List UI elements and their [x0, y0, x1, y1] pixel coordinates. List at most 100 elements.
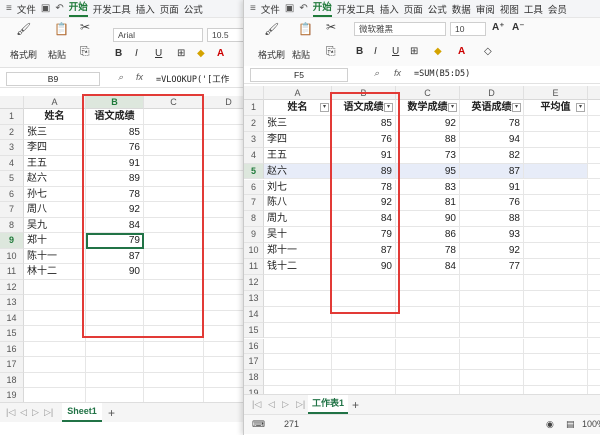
grid-cell[interactable] [144, 326, 204, 342]
menu-page[interactable]: 页面 [404, 2, 423, 16]
save-icon[interactable]: ▣ [285, 3, 294, 14]
grid-cell[interactable] [144, 295, 204, 311]
underline-button[interactable]: U [155, 48, 162, 59]
grid-cell[interactable] [524, 147, 588, 164]
column-header-d[interactable]: D [460, 86, 524, 100]
grid-cell[interactable] [588, 148, 600, 164]
grid-cell[interactable] [144, 109, 204, 125]
last-sheet-icon[interactable]: ▷| [296, 399, 305, 410]
grid-cell[interactable] [144, 310, 204, 326]
zoom-level[interactable]: 100% [582, 419, 600, 429]
add-sheet-button[interactable]: + [108, 406, 115, 420]
row-header[interactable]: 12 [244, 274, 264, 291]
grid-cell[interactable] [24, 357, 86, 373]
score-cell[interactable]: 91 [86, 155, 144, 171]
grid-cell[interactable] [24, 295, 86, 311]
select-all-corner[interactable] [0, 96, 24, 109]
name-cell[interactable]: 李四 [24, 140, 86, 156]
grid-cell[interactable] [588, 243, 600, 259]
score-cell[interactable]: 76 [460, 195, 524, 212]
grid-cell[interactable] [588, 370, 600, 387]
menu-view[interactable]: 视图 [500, 2, 519, 16]
grid-cell[interactable] [332, 338, 396, 355]
grid-cell[interactable] [588, 259, 600, 275]
grid-cell[interactable] [524, 274, 588, 291]
name-cell[interactable]: 周八 [24, 202, 86, 218]
name-cell[interactable]: 吴十 [264, 227, 332, 244]
menu-home[interactable]: 开始 [312, 1, 332, 17]
sheet-tab-worksheet1[interactable]: 工作表1 [308, 395, 348, 414]
row-header[interactable]: 10 [0, 248, 24, 264]
menu-formula[interactable]: 公式 [184, 2, 203, 16]
menu-file[interactable]: 文件 [261, 2, 280, 16]
grid-cell[interactable] [86, 357, 144, 373]
menu-insert[interactable]: 插入 [136, 2, 155, 16]
score-cell[interactable]: 81 [396, 195, 460, 212]
row-header[interactable]: 17 [244, 354, 264, 371]
row-header[interactable]: 15 [0, 326, 24, 342]
header-cell[interactable]: 语文成绩 ▾ [332, 100, 396, 116]
column-header-f[interactable] [588, 86, 600, 100]
score-cell[interactable]: 78 [332, 179, 396, 196]
paste-button[interactable]: 粘贴 [292, 48, 310, 61]
score-cell[interactable]: 87 [460, 163, 524, 180]
grid-cell[interactable] [144, 248, 204, 264]
grid-cell[interactable] [86, 310, 144, 326]
grid-cell[interactable] [396, 274, 460, 291]
row-header[interactable]: 14 [0, 310, 24, 326]
font-size-select[interactable]: 10 [450, 22, 486, 36]
grid-cell[interactable] [264, 338, 332, 355]
status-mode-icon[interactable]: ⌨ [252, 419, 265, 430]
filter-dropdown-icon[interactable]: ▾ [512, 103, 521, 112]
menu-page[interactable]: 页面 [160, 2, 179, 16]
grid-cell[interactable] [264, 370, 332, 387]
font-color-icon[interactable]: A [458, 46, 465, 57]
grid-cell[interactable] [144, 171, 204, 187]
name-cell[interactable]: 李四 [264, 131, 332, 148]
menu-icon[interactable]: ≡ [6, 3, 12, 14]
grid-cell[interactable] [24, 326, 86, 342]
grid-cell[interactable] [264, 354, 332, 371]
grid-cell[interactable] [588, 227, 600, 244]
prev-sheet-icon[interactable]: ◁ [20, 407, 27, 418]
column-header-c[interactable]: C [396, 86, 460, 100]
grid-cell[interactable] [460, 370, 524, 387]
name-cell[interactable]: 郑十 [24, 233, 86, 249]
filter-dropdown-icon[interactable]: ▾ [384, 103, 393, 112]
grid-cell[interactable] [86, 279, 144, 295]
row-header[interactable]: 1 [244, 100, 264, 116]
name-cell[interactable]: 刘七 [264, 179, 332, 196]
grid-cell[interactable] [588, 116, 600, 132]
row-header[interactable]: 13 [0, 295, 24, 311]
header-cell[interactable]: 姓名 ▾ [264, 100, 332, 116]
grid-cell[interactable] [460, 274, 524, 291]
header-cell[interactable]: 数学成绩 ▾ [396, 100, 460, 116]
row-header[interactable]: 2 [0, 124, 24, 140]
row-header[interactable]: 11 [244, 259, 264, 275]
italic-button[interactable]: I [374, 46, 377, 57]
increase-font-icon[interactable]: A⁺ [492, 22, 505, 33]
row-header[interactable]: 6 [244, 179, 264, 196]
column-header-b[interactable]: B [86, 96, 144, 109]
header-cell[interactable]: 英语成绩 ▾ [460, 100, 524, 116]
grid-cell[interactable] [524, 179, 588, 196]
score-cell[interactable]: 85 [332, 115, 396, 132]
filter-dropdown-icon[interactable]: ▾ [576, 103, 585, 112]
grid-cell[interactable] [332, 354, 396, 371]
header-name[interactable]: 姓名 [24, 109, 86, 125]
score-cell[interactable]: 94 [460, 131, 524, 148]
score-cell[interactable]: 78 [86, 186, 144, 202]
row-header[interactable]: 13 [244, 290, 264, 307]
header-chinese-score[interactable]: 语文成绩 [86, 109, 144, 125]
grid-cell[interactable] [524, 322, 588, 339]
row-header[interactable]: 7 [0, 202, 24, 218]
grid-cell[interactable] [332, 322, 396, 339]
score-cell[interactable]: 89 [332, 163, 396, 180]
menu-data[interactable]: 数据 [452, 2, 471, 16]
row-header[interactable]: 18 [0, 372, 24, 388]
score-cell[interactable]: 84 [332, 211, 396, 228]
row-header[interactable]: 3 [244, 131, 264, 148]
grid-cell[interactable] [524, 243, 588, 259]
grid-cell[interactable] [144, 124, 204, 140]
name-cell[interactable]: 张三 [264, 115, 332, 132]
